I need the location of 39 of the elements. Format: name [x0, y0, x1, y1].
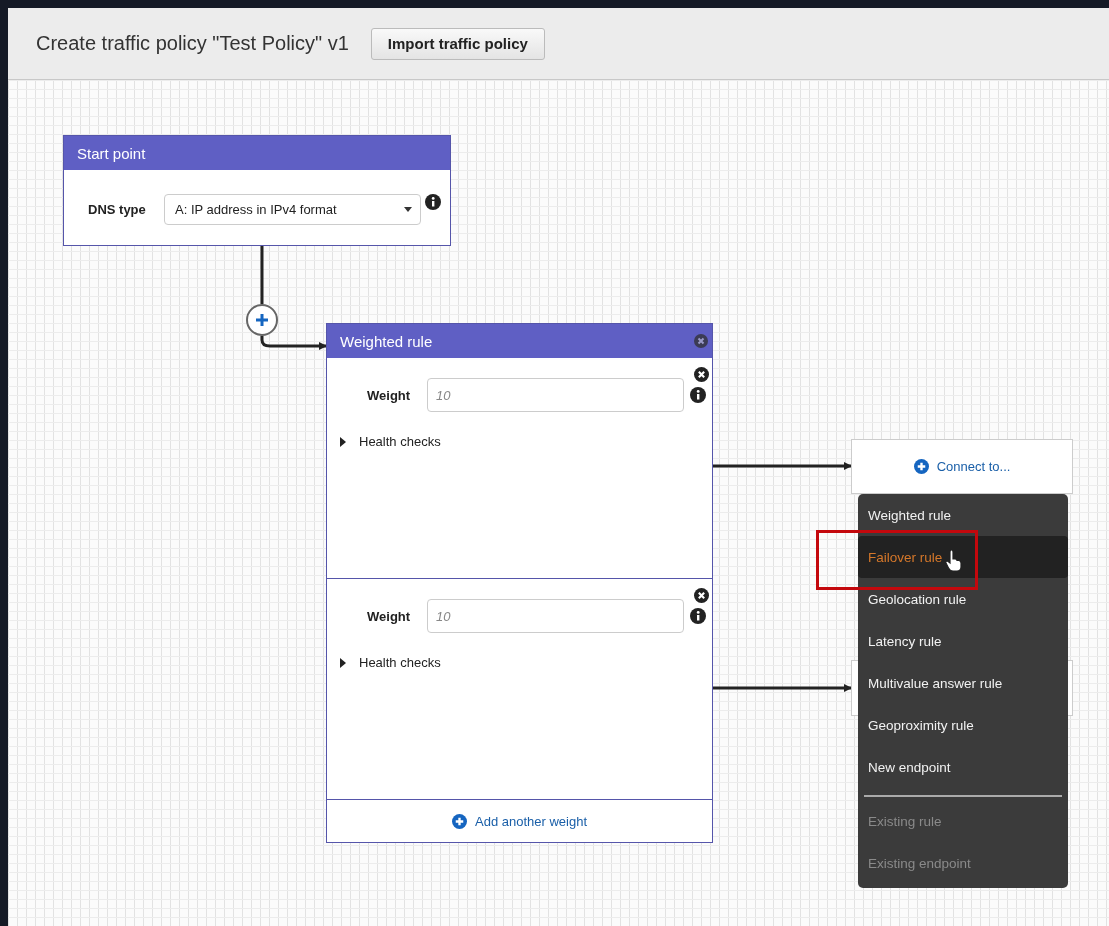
triangle-icon: [339, 436, 347, 447]
add-rule-button[interactable]: [246, 304, 278, 336]
connector-line: [260, 246, 264, 304]
node-title: Start point: [64, 136, 450, 170]
field-label: Weight: [367, 608, 412, 624]
plus-icon: [255, 313, 269, 327]
import-button[interactable]: Import traffic policy: [370, 27, 545, 60]
menu-item: Existing rule: [867, 812, 943, 831]
weight-field[interactable]: 10: [427, 599, 684, 633]
health-checks-toggle[interactable]: Health checks: [339, 434, 441, 449]
plus-circle-icon: [452, 813, 467, 829]
field-label: DNS type: [88, 202, 147, 217]
node-title: Weighted rule: [340, 332, 433, 350]
close-icon[interactable]: [694, 334, 708, 348]
menu-item[interactable]: Geoproximity rule: [858, 704, 1068, 746]
menu-item[interactable]: New endpoint: [858, 746, 1068, 788]
connect-to-link[interactable]: Connect to...: [913, 459, 1011, 474]
info-icon[interactable]: [690, 387, 706, 403]
info-icon[interactable]: [425, 194, 441, 210]
caret-icon: [404, 207, 412, 212]
menu-item[interactable]: Failover rule: [858, 536, 1068, 578]
page-title: Create traffic policy "Test Policy" v1: [36, 32, 349, 55]
remove-icon[interactable]: [694, 367, 709, 382]
health-checks-toggle[interactable]: Health checks: [339, 655, 441, 670]
menu-item[interactable]: Geolocation rule: [858, 578, 1068, 620]
triangle-icon: [339, 657, 347, 668]
plus-circle-icon: [913, 459, 929, 474]
menu-item[interactable]: Multivalue answer rule: [858, 662, 1068, 704]
menu-item: Existing endpoint: [867, 854, 972, 873]
menu-item[interactable]: Latency rule: [858, 620, 1068, 662]
weight-field[interactable]: 10: [427, 378, 684, 412]
remove-icon[interactable]: [694, 588, 709, 603]
field-label: Weight: [367, 387, 412, 403]
menu-item[interactable]: Weighted rule: [858, 494, 1068, 536]
add-weight-link[interactable]: Add another weight: [452, 813, 587, 829]
hand-cursor-icon: [945, 550, 963, 572]
connector-arrow: [260, 336, 327, 350]
info-icon[interactable]: [690, 608, 706, 624]
dns-type-select[interactable]: A: IP address in IPv4 format: [164, 194, 421, 225]
